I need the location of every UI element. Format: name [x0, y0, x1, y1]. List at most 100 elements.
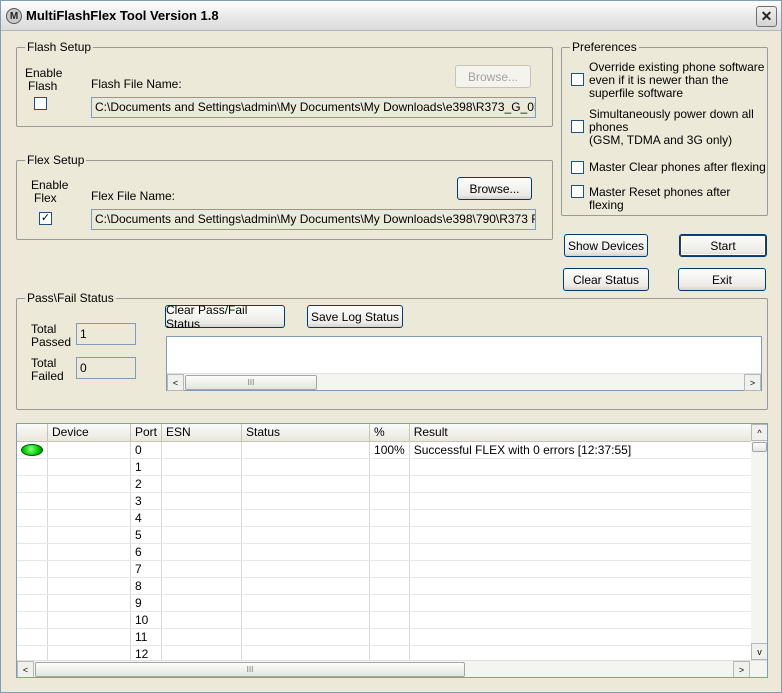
esn-cell — [161, 475, 243, 493]
table-hscroll-thumb[interactable]: III — [35, 662, 465, 677]
clear-pass-fail-button[interactable]: Clear Pass/Fail Status — [165, 303, 285, 331]
main-window: M MultiFlashFlex Tool Version 1.8 ✕ Flas… — [0, 0, 782, 693]
show-devices-button[interactable]: Show Devices — [564, 234, 648, 257]
log-horizontal-scrollbar[interactable]: < III > — [167, 373, 761, 391]
close-button[interactable]: ✕ — [756, 6, 777, 27]
table-horizontal-scrollbar[interactable]: < III > — [17, 660, 767, 677]
table-row[interactable]: 4 — [17, 509, 758, 527]
device-table-grid[interactable]: Device Port ESN Status % Result 0 100% Suc… — [16, 423, 768, 678]
log-scroll-thumb[interactable]: III — [185, 375, 317, 390]
log-text — [167, 337, 761, 341]
table-row[interactable]: 9 — [17, 594, 758, 612]
port-cell: 0 — [130, 441, 163, 459]
status-cell — [241, 492, 371, 510]
table-row[interactable]: 7 — [17, 560, 758, 578]
enable-flash-checkbox[interactable] — [34, 97, 47, 110]
esn-cell — [161, 577, 243, 595]
flash-file-name-field[interactable]: C:\Documents and Settings\admin\My Docum… — [91, 97, 536, 118]
device-cell — [47, 458, 131, 476]
title-bar[interactable]: M MultiFlashFlex Tool Version 1.8 ✕ — [1, 1, 781, 31]
start-button[interactable]: Start — [679, 234, 767, 257]
percent-cell — [369, 543, 410, 561]
enable-flex-checkbox[interactable]: ✓ — [39, 212, 52, 225]
table-scroll-down-button[interactable]: v — [751, 643, 767, 660]
table-row[interactable]: 8 — [17, 577, 758, 595]
result-cell — [409, 509, 758, 527]
result-cell — [409, 526, 758, 544]
port-cell: 2 — [130, 475, 163, 493]
column-header-led[interactable] — [17, 424, 48, 442]
device-cell — [47, 577, 131, 595]
column-header-device[interactable]: Device — [47, 424, 131, 442]
table-scroll-left-button[interactable]: < — [17, 661, 34, 677]
result-cell — [409, 475, 758, 493]
override-software-checkbox[interactable] — [571, 73, 584, 86]
flex-browse-button[interactable]: Browse... — [457, 177, 532, 200]
table-row[interactable]: 5 — [17, 526, 758, 544]
esn-cell — [161, 611, 243, 629]
device-cell — [47, 441, 131, 459]
master-clear-checkbox[interactable] — [571, 161, 584, 174]
flex-setup-label: Flex Setup — [25, 153, 87, 167]
status-cell — [241, 509, 371, 527]
table-vscroll-thumb[interactable] — [752, 442, 767, 452]
flex-file-name-field[interactable]: C:\Documents and Settings\admin\My Docum… — [91, 209, 536, 230]
enable-flex-label-line2: Flex — [34, 191, 57, 205]
status-led-icon — [21, 444, 43, 457]
clear-status-button[interactable]: Clear Status — [563, 268, 649, 291]
port-cell: 7 — [130, 560, 163, 578]
table-row[interactable]: 2 — [17, 475, 758, 493]
status-led-cell — [17, 458, 48, 476]
total-passed-label-2: Passed — [31, 335, 72, 349]
percent-cell — [369, 611, 410, 629]
result-cell — [409, 577, 758, 595]
column-header-port[interactable]: Port — [130, 424, 163, 442]
percent-cell — [369, 577, 410, 595]
save-log-status-button[interactable]: Save Log Status — [307, 305, 403, 328]
device-cell — [47, 594, 131, 612]
log-scroll-right-button[interactable]: > — [744, 374, 761, 391]
table-row[interactable]: 10 — [17, 611, 758, 629]
table-row[interactable]: 0 100% Successful FLEX with 0 errors [12:3… — [17, 441, 758, 459]
table-row[interactable]: 1 — [17, 458, 758, 476]
port-cell: 8 — [130, 577, 163, 595]
log-status-box[interactable]: < III > — [166, 336, 762, 391]
column-header-percent[interactable]: % — [369, 424, 410, 442]
port-cell: 10 — [130, 611, 163, 629]
log-scroll-left-button[interactable]: < — [167, 374, 184, 391]
device-cell — [47, 526, 131, 544]
status-led-cell — [17, 509, 48, 527]
power-down-label-3: (GSM, TDMA and 3G only) — [589, 133, 733, 147]
table-scroll-right-button[interactable]: > — [733, 661, 750, 677]
esn-cell — [161, 526, 243, 544]
status-cell — [241, 611, 371, 629]
column-header-esn[interactable]: ESN — [161, 424, 243, 442]
status-led-cell — [17, 441, 48, 459]
esn-cell — [161, 441, 243, 459]
status-led-cell — [17, 611, 48, 629]
status-led-cell — [17, 628, 48, 646]
port-cell: 5 — [130, 526, 163, 544]
column-header-result[interactable]: Result — [409, 424, 758, 442]
exit-button[interactable]: Exit — [678, 268, 766, 291]
esn-cell — [161, 492, 243, 510]
total-failed-value: 0 — [76, 357, 136, 379]
percent-cell — [369, 458, 410, 476]
esn-cell — [161, 458, 243, 476]
status-cell — [241, 475, 371, 493]
power-down-checkbox[interactable] — [571, 120, 584, 133]
device-table-header: Device Port ESN Status % Result — [17, 424, 758, 442]
table-vertical-scrollbar[interactable]: ^ v — [751, 424, 767, 660]
motorola-logo-icon: M — [6, 8, 22, 24]
device-cell — [47, 611, 131, 629]
table-row[interactable]: 6 — [17, 543, 758, 561]
flash-browse-button[interactable]: Browse... — [455, 65, 531, 88]
table-row[interactable]: 3 — [17, 492, 758, 510]
override-software-label-3: superfile software — [589, 86, 684, 100]
master-reset-checkbox[interactable] — [571, 185, 584, 198]
result-cell — [409, 594, 758, 612]
percent-cell — [369, 492, 410, 510]
table-row[interactable]: 11 — [17, 628, 758, 646]
table-scroll-up-button[interactable]: ^ — [751, 424, 767, 441]
column-header-status[interactable]: Status — [241, 424, 371, 442]
